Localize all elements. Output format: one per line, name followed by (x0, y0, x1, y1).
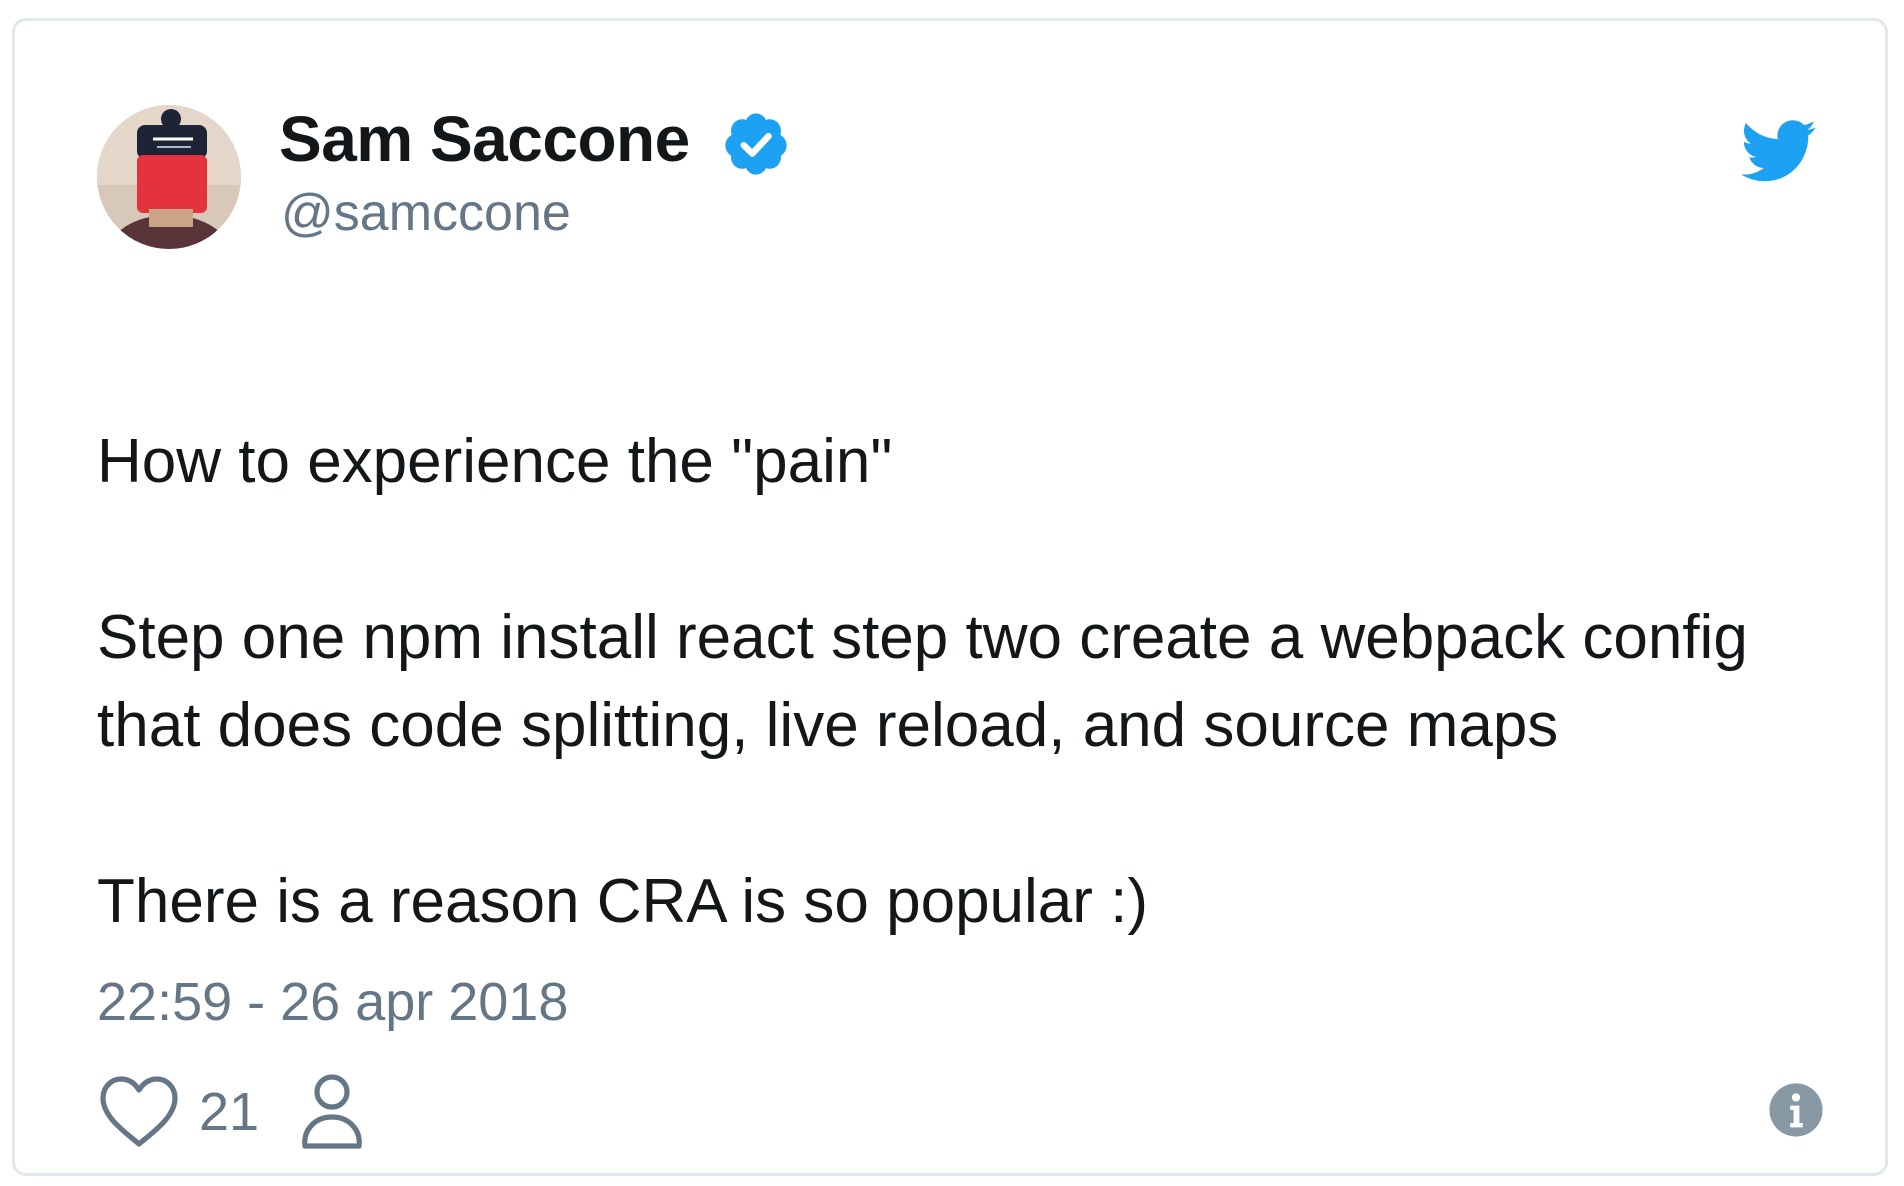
avatar-image (97, 105, 241, 249)
tweet-text-line: How to experience the "pain" (97, 427, 893, 496)
like-count[interactable]: 21 (199, 1085, 259, 1139)
display-name[interactable]: Sam Saccone (279, 107, 690, 171)
person-icon[interactable] (299, 1073, 365, 1151)
tweet-timestamp[interactable]: 22:59 - 26 apr 2018 (97, 975, 568, 1029)
user-handle[interactable]: @samccone (281, 187, 571, 239)
tweet-text-line: that does code splitting, live reload, a… (97, 691, 1559, 760)
tweet-text-line: Step one npm install react step two crea… (97, 603, 1748, 672)
twitter-bird-icon[interactable] (1741, 113, 1817, 189)
avatar[interactable] (97, 105, 241, 249)
tweet-card: Sam Saccone @samccone How to experience … (12, 18, 1888, 1176)
info-icon[interactable] (1767, 1081, 1825, 1139)
tweet-text-line: There is a reason CRA is so popular :) (97, 867, 1149, 936)
heart-icon[interactable] (99, 1075, 179, 1149)
verified-badge-icon (725, 113, 787, 175)
